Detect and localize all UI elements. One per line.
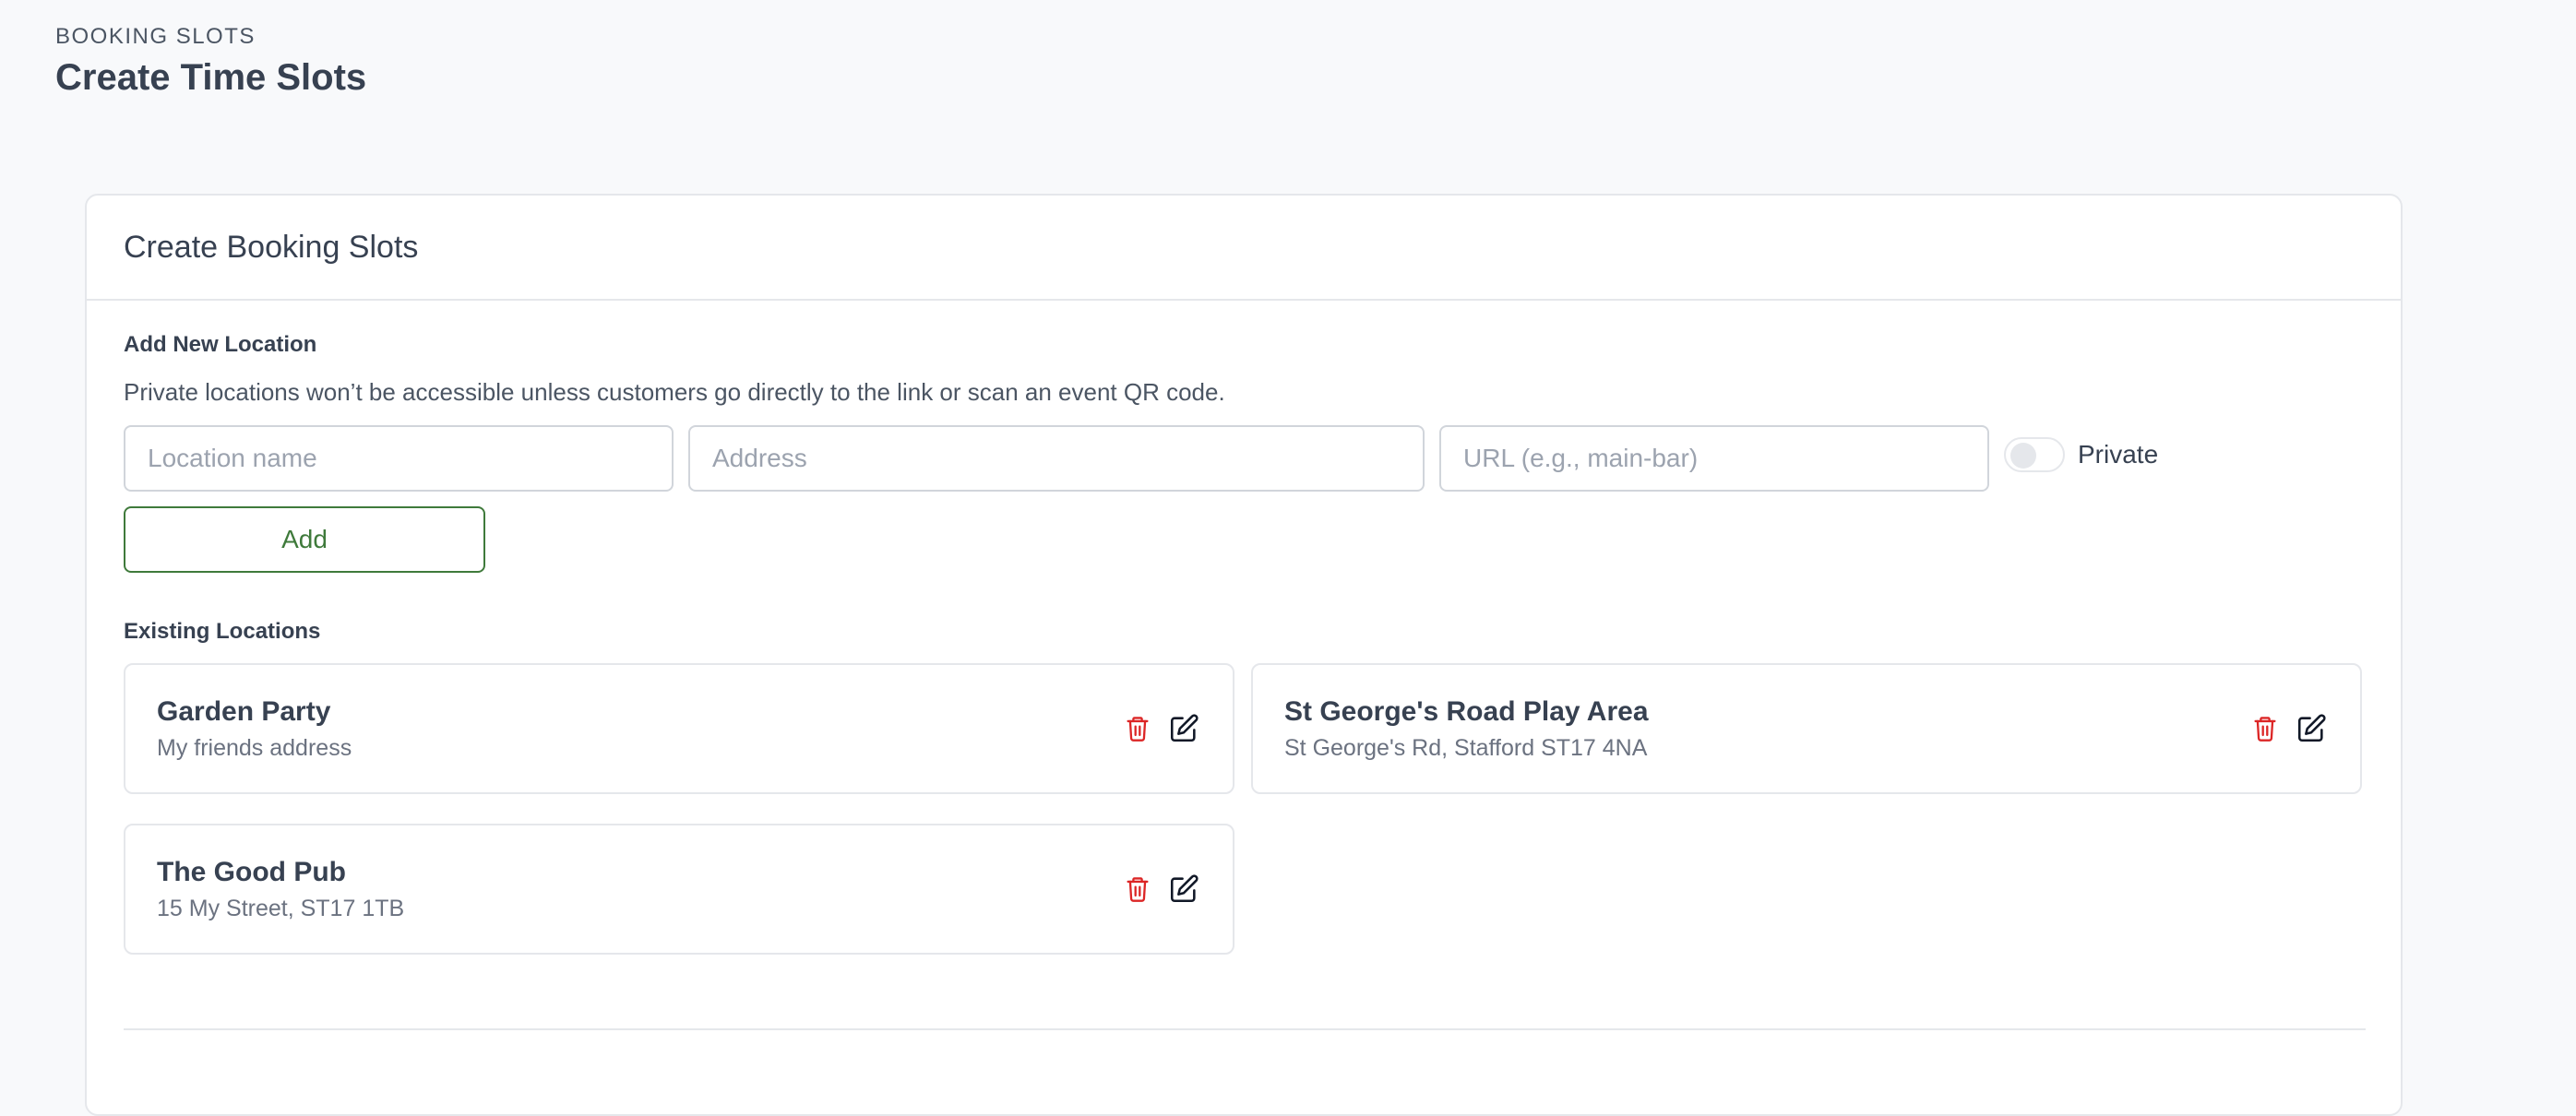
pencil-edit-icon[interactable] [1166, 711, 1201, 746]
add-location-form: Private [124, 425, 2364, 492]
page-header: BOOKING SLOTS Create Time Slots [55, 24, 366, 99]
location-text: The Good Pub 15 My Street, ST17 1TB [157, 857, 404, 922]
add-location-button[interactable]: Add [124, 506, 485, 573]
location-actions [2249, 711, 2329, 746]
location-name-input[interactable] [124, 425, 674, 492]
existing-locations-label: Existing Locations [124, 619, 321, 644]
location-name: St George's Road Play Area [1284, 695, 1649, 727]
section-divider [124, 1028, 2366, 1030]
location-actions [1122, 872, 1201, 907]
url-input[interactable] [1439, 425, 1989, 492]
private-toggle[interactable] [2004, 437, 2065, 472]
location-name: Garden Party [157, 695, 331, 727]
card-body: Add New Location Private locations won’t… [87, 301, 2401, 1030]
trash-icon[interactable] [1122, 713, 1153, 744]
existing-locations-list: Garden Party My friends address St Georg… [124, 663, 2364, 955]
card-title: Create Booking Slots [124, 229, 419, 265]
private-help-text: Private locations won’t be accessible un… [124, 378, 1225, 406]
trash-icon[interactable] [2249, 713, 2281, 744]
location-address: St George's Rd, Stafford ST17 4NA [1284, 734, 1648, 761]
page-eyebrow: BOOKING SLOTS [55, 24, 256, 49]
private-toggle-group: Private [2004, 437, 2158, 472]
add-location-label: Add New Location [124, 332, 317, 357]
private-label: Private [2078, 440, 2159, 469]
pencil-edit-icon[interactable] [2294, 711, 2329, 746]
location-address: My friends address [157, 734, 352, 761]
location-card: Garden Party My friends address [124, 663, 1234, 794]
location-actions [1122, 711, 1201, 746]
address-input[interactable] [688, 425, 1425, 492]
location-name: The Good Pub [157, 856, 346, 887]
location-card: St George's Road Play Area St George's R… [1251, 663, 2362, 794]
trash-icon[interactable] [1122, 873, 1153, 905]
card-header: Create Booking Slots [87, 196, 2401, 301]
create-booking-slots-card: Create Booking Slots Add New Location Pr… [85, 194, 2403, 1116]
page-title: Create Time Slots [55, 57, 367, 98]
private-toggle-knob [2010, 443, 2036, 469]
location-address: 15 My Street, ST17 1TB [157, 895, 405, 921]
location-text: St George's Road Play Area St George's R… [1284, 696, 1649, 762]
location-card: The Good Pub 15 My Street, ST17 1TB [124, 824, 1234, 955]
pencil-edit-icon[interactable] [1166, 872, 1201, 907]
location-text: Garden Party My friends address [157, 696, 352, 762]
